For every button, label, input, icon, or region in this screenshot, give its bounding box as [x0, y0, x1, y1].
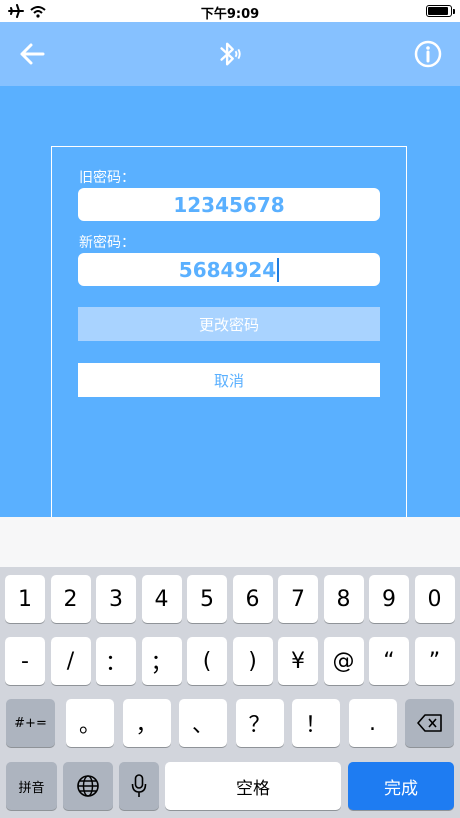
key-2-6[interactable]: ¥: [278, 637, 318, 685]
symbols-key[interactable]: #+=: [6, 699, 55, 747]
info-button[interactable]: [414, 40, 442, 68]
keyboard-keys: #+= 拼音 空格 完成 1 2 3 4 5 6 7 8 9 0 - /：；() ¥ @ “” 。，、？！.: [0, 567, 460, 818]
change-password-button[interactable]: 更改密码: [78, 307, 380, 341]
info-icon: [414, 40, 442, 68]
pinyin-key[interactable]: 拼音: [6, 762, 57, 810]
nav-bar: [0, 22, 460, 86]
old-password-label: 旧密码：: [79, 170, 135, 186]
keyboard: #+= 拼音 空格 完成 1 2 3 4 5 6 7 8 9 0 - /：；() ¥ @ “” 。，、？！.: [0, 517, 460, 818]
password-panel: 旧密码： 12345678 新密码： 5684924 更改密码 取消: [51, 146, 407, 526]
key-2-1[interactable]: /: [50, 637, 91, 685]
bluetooth-button[interactable]: [215, 40, 243, 68]
key-1-2[interactable]: 3: [96, 575, 136, 623]
new-password-label: 新密码：: [79, 235, 135, 251]
globe-key[interactable]: [63, 762, 113, 810]
keyboard-candidate-bar: [0, 517, 460, 567]
text-cursor: [277, 257, 280, 282]
key-2-3[interactable]: ；: [141, 637, 182, 685]
key-1-9[interactable]: 0: [414, 575, 455, 623]
key-2-8[interactable]: “: [369, 637, 409, 685]
back-button[interactable]: [18, 40, 46, 68]
old-password-field[interactable]: 12345678: [78, 188, 380, 221]
key-3-1[interactable]: ，: [122, 699, 171, 747]
battery-level: [428, 7, 448, 15]
key-3-4[interactable]: ！: [292, 699, 340, 747]
key-1-7[interactable]: 8: [323, 575, 364, 623]
key-3-2[interactable]: 、: [179, 699, 227, 747]
delete-key[interactable]: [405, 699, 454, 747]
delete-icon: [416, 714, 442, 732]
arrow-left-icon: [20, 43, 45, 65]
key-1-3[interactable]: 4: [141, 575, 182, 623]
key-1-5[interactable]: 6: [232, 575, 273, 623]
key-2-5[interactable]: ): [232, 637, 273, 685]
key-1-0[interactable]: 1: [5, 575, 45, 623]
key-2-0[interactable]: -: [5, 637, 45, 685]
key-2-4[interactable]: (: [187, 637, 227, 685]
globe-icon: [77, 775, 99, 797]
key-3-3[interactable]: ？: [235, 699, 284, 747]
key-3-0[interactable]: 。: [66, 699, 114, 747]
status-bar: 下午9:09: [0, 0, 460, 22]
key-2-2[interactable]: ：: [96, 637, 136, 685]
key-2-7[interactable]: @: [323, 637, 364, 685]
new-password-field[interactable]: 5684924: [78, 253, 380, 286]
key-1-6[interactable]: 7: [278, 575, 318, 623]
microphone-key[interactable]: [119, 762, 159, 810]
main-content: 旧密码： 12345678 新密码： 5684924 更改密码 取消: [0, 86, 460, 526]
cancel-button[interactable]: 取消: [78, 363, 380, 397]
done-key[interactable]: 完成: [348, 762, 454, 810]
bluetooth-icon: [220, 42, 241, 66]
key-1-4[interactable]: 5: [187, 575, 227, 623]
microphone-icon: [131, 774, 147, 797]
space-key[interactable]: 空格: [165, 762, 341, 810]
key-3-5[interactable]: .: [348, 699, 397, 747]
battery-icon: [426, 5, 455, 17]
old-password-value: 12345678: [173, 192, 285, 217]
status-time: 下午9:09: [200, 7, 260, 22]
new-password-value: 5684924: [178, 257, 277, 282]
key-1-1[interactable]: 2: [50, 575, 91, 623]
key-2-9[interactable]: ”: [414, 637, 455, 685]
key-1-8[interactable]: 9: [369, 575, 409, 623]
